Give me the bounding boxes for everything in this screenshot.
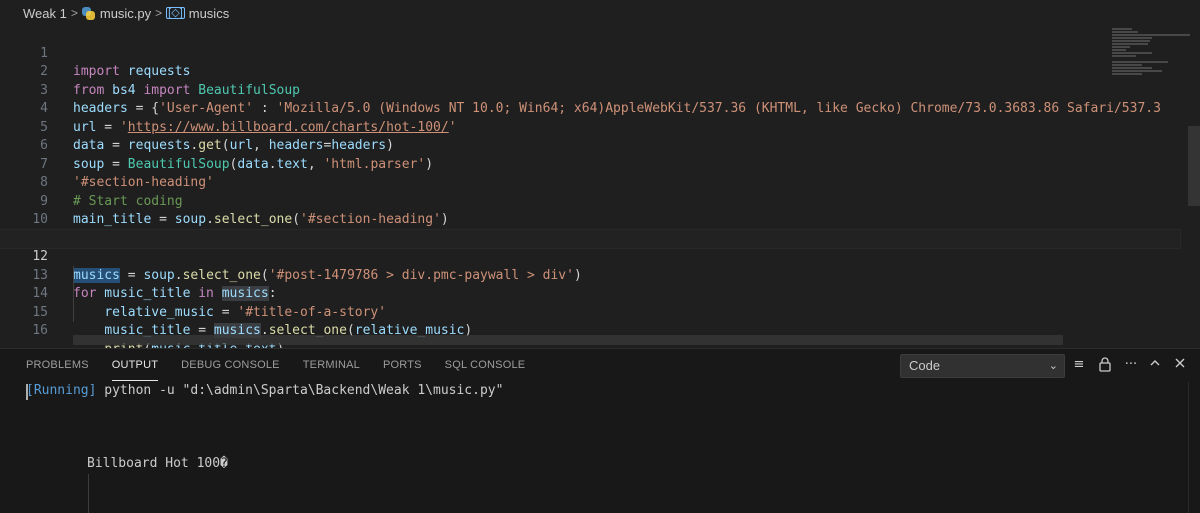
tab-terminal[interactable]: TERMINAL <box>303 349 360 381</box>
output-channel-select[interactable]: Code ⌄ <box>900 354 1065 378</box>
output-result: Billboard Hot 100� <box>87 456 228 471</box>
code-line: 5 data = requests.get(url, headers=heade… <box>0 100 1180 154</box>
tab-sql-console[interactable]: SQL CONSOLE <box>445 349 526 381</box>
list-filter-icon[interactable]: ≡ <box>1071 357 1087 373</box>
panel-tabs: PROBLEMS OUTPUT DEBUG CONSOLE TERMINAL P… <box>26 349 525 381</box>
chevron-up-icon[interactable] <box>1147 357 1163 374</box>
minimap[interactable] <box>1112 26 1190 76</box>
code-line: 15 music_title = musics.select_one(relat… <box>0 285 1180 338</box>
breadcrumb-separator: > <box>70 6 78 20</box>
editor-horizontal-scrollbar[interactable] <box>73 335 1063 345</box>
code-line: 3 headers = {'User-Agent' : 'Mozilla/5.0… <box>0 63 1180 117</box>
output-guide <box>88 474 89 513</box>
code-line: 9 main_title = soup.select_one('#section… <box>0 174 1180 228</box>
code-line: 13 for music_title in musics: <box>0 248 1180 301</box>
output-log[interactable]: [Running] python -u "d:\admin\Sparta\Bac… <box>26 382 503 400</box>
variable-icon: [◇] <box>166 7 185 19</box>
tab-ports[interactable]: PORTS <box>383 349 422 381</box>
code-line: 16 print(music_title.text) <box>0 304 1180 357</box>
editor-vertical-scrollbar[interactable] <box>1188 126 1200 206</box>
code-line: 1 import requests <box>0 26 1180 80</box>
breadcrumb-file[interactable]: music.py <box>81 5 152 21</box>
tab-problems[interactable]: PROBLEMS <box>26 349 89 381</box>
more-icon[interactable]: ··· <box>1123 357 1139 373</box>
code-line: 6 soup = BeautifulSoup(data.text, 'html.… <box>0 119 1180 172</box>
code-editor[interactable]: 1 import requests 2 from bs4 import Beau… <box>0 26 1200 357</box>
code-line: 14 relative_music = '#title-of-a-story' <box>0 267 1180 320</box>
code-line: 2 from bs4 import BeautifulSoup <box>0 45 1180 98</box>
breadcrumb-symbol[interactable]: [◇] musics <box>166 6 229 21</box>
code-line: 8 # Start coding <box>0 156 1180 209</box>
breadcrumb-separator: > <box>155 6 163 20</box>
bottom-panel: PROBLEMS OUTPUT DEBUG CONSOLE TERMINAL P… <box>0 348 1200 513</box>
tab-output[interactable]: OUTPUT <box>111 349 159 381</box>
line-number: 16 <box>32 323 48 338</box>
breadcrumb-folder[interactable]: Weak 1 <box>23 6 67 21</box>
panel-scrollbar[interactable] <box>1188 382 1200 513</box>
breadcrumb-symbol-label: musics <box>188 5 230 21</box>
code-line: 4 url = 'https://www.billboard.com/chart… <box>0 82 1180 135</box>
breadcrumb: Weak 1 > music.py > [◇] musics <box>0 0 1200 26</box>
code-line: 10 print(main_title.text) <box>0 193 1180 246</box>
output-channel-value: Code <box>909 358 941 373</box>
python-file-icon <box>81 6 95 20</box>
code-line: 7 '#section-heading' <box>0 137 1180 191</box>
output-command: python -u "d:\admin\Sparta\Backend\Weak … <box>96 383 504 398</box>
close-icon[interactable] <box>1172 357 1188 374</box>
indent-guide <box>73 266 74 322</box>
running-label: [Running] <box>26 383 97 398</box>
chevron-down-icon: ⌄ <box>1048 360 1058 372</box>
tab-debug-console[interactable]: DEBUG CONSOLE <box>181 349 280 381</box>
breadcrumb-file-label: music.py <box>99 5 152 21</box>
code-line-current: 12 musics = soup.select_one('#post-14797… <box>0 228 1181 283</box>
code-line: 11 <box>0 211 1180 246</box>
lock-icon[interactable] <box>1097 357 1113 377</box>
